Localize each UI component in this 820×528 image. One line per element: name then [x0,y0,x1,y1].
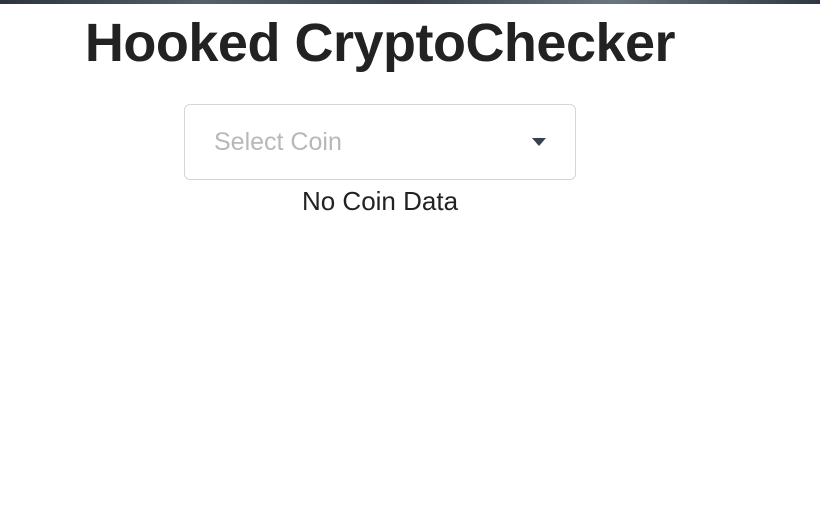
coin-select-placeholder: Select Coin [214,128,342,156]
caret-down-icon[interactable] [532,138,546,146]
coin-status-message: No Coin Data [301,186,459,216]
page-title: Hooked CryptoChecker [84,13,676,73]
top-header-strip [0,0,820,4]
coin-select-dropdown[interactable]: Select Coin [184,104,576,180]
